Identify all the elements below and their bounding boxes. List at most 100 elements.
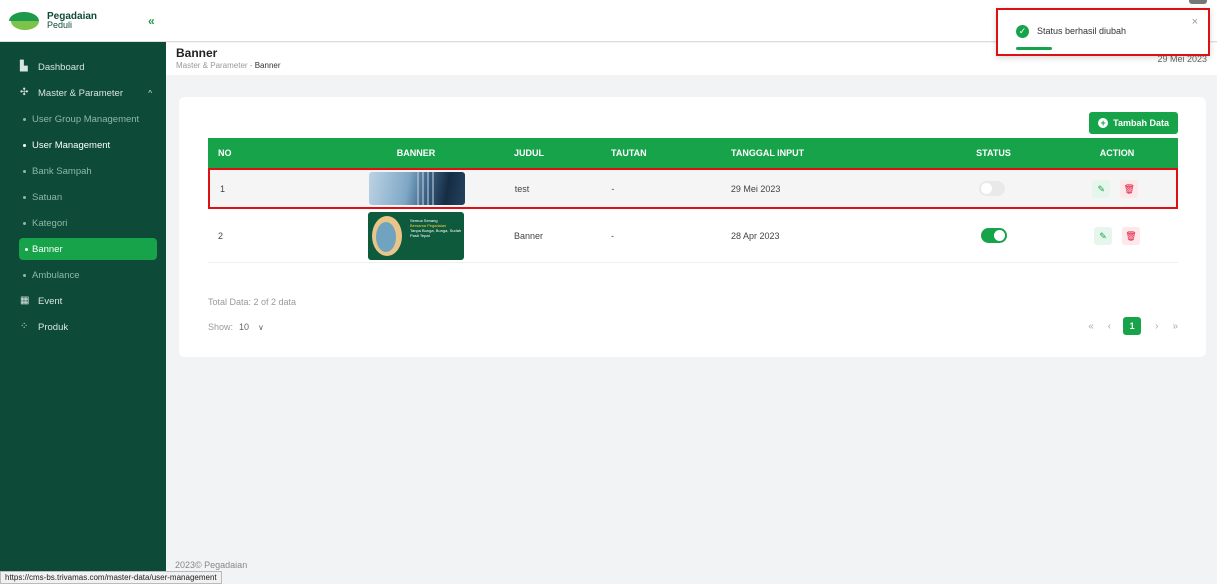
status-bar-url: https://cms-bs.trivamas.com/master-data/… <box>0 571 222 584</box>
col-judul: JUDUL <box>514 148 545 158</box>
sidebar-item-label: Ambulance <box>32 269 80 281</box>
cell-judul: test <box>514 183 530 194</box>
sidebar-item-label: Satuan <box>32 191 63 203</box>
plus-circle-icon: + <box>1098 118 1109 128</box>
col-tautan: TAUTAN <box>611 148 647 158</box>
pagination: « ‹ 1 › » <box>1074 317 1178 335</box>
cell-no: 2 <box>218 230 224 241</box>
breadcrumb-current: Banner <box>254 61 281 70</box>
sidebar-item-user-group-management[interactable]: User Group Management <box>0 106 166 132</box>
sidebar-item-banner[interactable]: Banner <box>19 238 157 260</box>
cell-banner <box>320 172 515 205</box>
table-header: NO BANNER JUDUL TAUTAN TANGGAL INPUT STA… <box>208 138 1178 168</box>
footer: 2023© Pegadaian <box>175 560 248 570</box>
edit-icon[interactable]: ✎ <box>1092 179 1111 198</box>
sidebar-item-label: Produk <box>38 321 69 333</box>
cell-tanggal: 28 Apr 2023 <box>731 230 780 241</box>
trash-icon[interactable]: 🗑 <box>1120 179 1139 198</box>
page-size-select[interactable]: Show: 10 ∨ <box>208 322 264 332</box>
cell-tautan: - <box>611 183 615 194</box>
cell-judul: Banner <box>514 230 544 241</box>
total-data: Total Data: 2 of 2 data <box>208 297 297 307</box>
col-action: ACTION <box>1099 148 1135 158</box>
cell-tanggal: 29 Mei 2023 <box>730 183 781 194</box>
logo-text: Pegadaian Peduli <box>47 11 97 30</box>
banner-thumbnail-text: Semua Senang Bersama Pegadaian Tanpa Bun… <box>410 217 462 238</box>
sidebar-nav: ▙ Dashboard ✣ Master & Parameter ^ User … <box>0 54 166 340</box>
bullet-icon <box>23 169 26 173</box>
show-label: Show: <box>208 322 234 332</box>
table-row: 2 Semua Senang Bersama Pegadaian Tanpa B… <box>208 209 1178 263</box>
first-page-icon[interactable]: « <box>1088 321 1094 332</box>
bullet-icon <box>25 247 28 251</box>
pegadaian-logo-icon <box>9 10 41 32</box>
toast-progress-bar <box>1016 47 1052 50</box>
col-status: STATUS <box>976 148 1011 158</box>
bullet-icon <box>23 195 26 199</box>
chevron-down-icon: ∨ <box>258 322 264 332</box>
cell-tautan: - <box>611 230 614 241</box>
sidebar-item-ambulance[interactable]: Ambulance <box>0 262 166 288</box>
banner-thumbnail[interactable]: Semua Senang Bersama Pegadaian Tanpa Bun… <box>368 211 464 260</box>
sidebar-item-produk[interactable]: ⁘ Produk <box>0 314 166 340</box>
status-toggle[interactable] <box>979 181 1006 196</box>
cell-status <box>931 228 1056 243</box>
breadcrumb-separator: - <box>249 61 253 70</box>
sidebar-item-event[interactable]: ▦ Event <box>0 288 166 314</box>
edit-icon[interactable]: ✎ <box>1094 226 1112 245</box>
sidebar-item-label: Master & Parameter <box>38 87 123 99</box>
sidebar-item-dashboard[interactable]: ▙ Dashboard <box>0 54 166 80</box>
trash-icon[interactable]: 🗑 <box>1122 226 1140 245</box>
table-row: 1 test - 29 Mei 2023 ✎ 🗑 <box>208 168 1178 209</box>
page-1-button[interactable]: 1 <box>1123 317 1142 335</box>
col-no: NO <box>218 148 232 158</box>
status-toggle[interactable] <box>980 228 1007 243</box>
calendar-icon: ▦ <box>20 295 30 306</box>
banner-card: + Tambah Data NO BANNER JUDUL TAUTAN TAN… <box>179 97 1206 357</box>
success-toast: ✓ Status berhasil diubah × <box>996 8 1210 56</box>
bullet-icon <box>23 143 26 147</box>
add-data-button[interactable]: + Tambah Data <box>1089 112 1178 134</box>
sidebar-item-satuan[interactable]: Satuan <box>0 184 166 210</box>
prev-page-icon[interactable]: ‹ <box>1108 321 1111 332</box>
next-page-icon[interactable]: › <box>1155 321 1158 332</box>
chart-bar-icon: ▙ <box>20 61 28 72</box>
cell-banner: Semua Senang Bersama Pegadaian Tanpa Bun… <box>318 211 514 260</box>
sidebar-item-label: Event <box>38 295 63 307</box>
banner-thumbnail[interactable] <box>369 172 466 205</box>
settings-icon: ✣ <box>20 87 29 98</box>
grid-icon: ⁘ <box>20 321 29 332</box>
last-page-icon[interactable]: » <box>1172 321 1178 332</box>
sidebar-item-user-management[interactable]: User Management <box>0 132 166 158</box>
bullet-icon <box>23 221 26 225</box>
breadcrumb-parent[interactable]: Master & Parameter <box>176 61 248 70</box>
sidebar: ▙ Dashboard ✣ Master & Parameter ^ User … <box>0 0 166 584</box>
cell-action: ✎ 🗑 <box>1055 179 1176 198</box>
cell-no: 1 <box>220 183 226 194</box>
banner-table: NO BANNER JUDUL TAUTAN TANGGAL INPUT STA… <box>208 138 1178 263</box>
check-circle-icon: ✓ <box>1016 25 1029 38</box>
logo-bar: Pegadaian Peduli « <box>0 0 166 42</box>
sidebar-item-label: Banner <box>32 243 63 255</box>
sidebar-item-kategori[interactable]: Kategori <box>0 210 166 236</box>
sidebar-item-label: Dashboard <box>38 61 85 73</box>
sidebar-item-label: Kategori <box>32 217 68 229</box>
close-icon[interactable]: × <box>1192 16 1198 28</box>
page-title: Banner <box>176 46 218 60</box>
sidebar-item-bank-sampah[interactable]: Bank Sampah <box>0 158 166 184</box>
sidebar-item-label: User Group Management <box>32 113 140 125</box>
user-menu-handle[interactable] <box>1189 0 1207 4</box>
breadcrumb: Master & Parameter - Banner <box>176 61 281 70</box>
cell-status <box>930 181 1054 196</box>
double-chevron-left-icon[interactable]: « <box>148 14 155 28</box>
col-tanggal-input: TANGGAL INPUT <box>731 148 805 158</box>
cell-action: ✎ 🗑 <box>1056 226 1178 245</box>
bullet-icon <box>23 273 26 277</box>
sidebar-item-master-parameter[interactable]: ✣ Master & Parameter ^ <box>0 80 166 106</box>
show-value: 10 <box>239 322 250 332</box>
col-banner: BANNER <box>396 148 436 158</box>
brand-sub: Peduli <box>47 19 73 30</box>
sidebar-item-label: Bank Sampah <box>32 165 92 177</box>
bullet-icon <box>23 117 26 121</box>
toast-message: Status berhasil diubah <box>1037 26 1127 36</box>
